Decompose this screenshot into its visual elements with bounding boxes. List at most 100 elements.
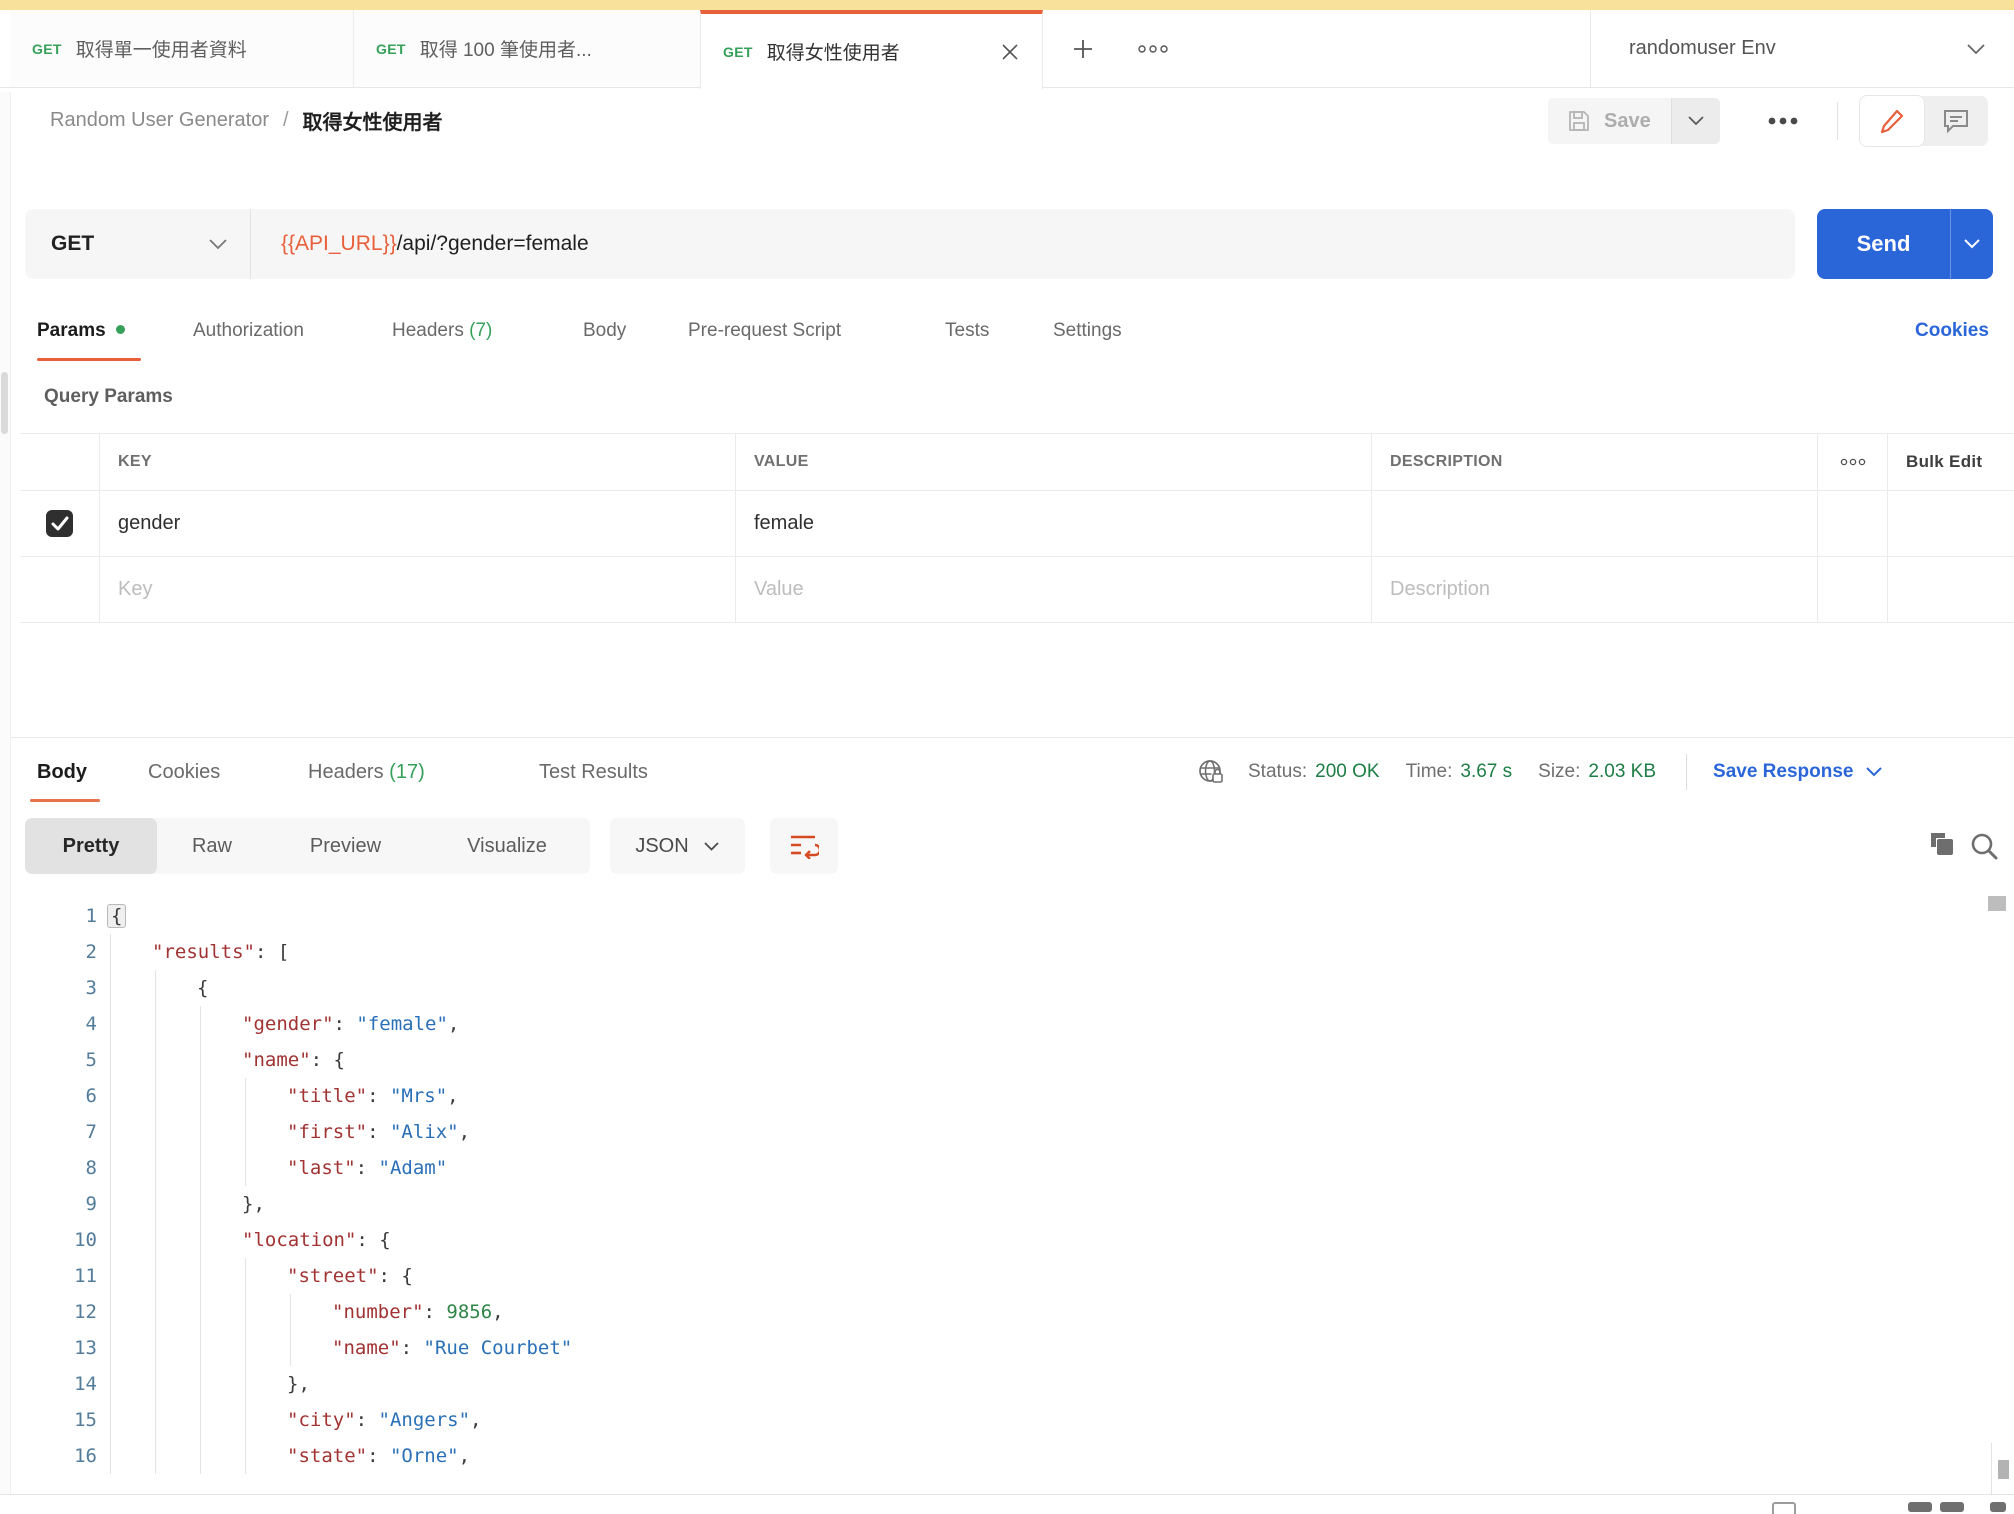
time-value: 3.67 s (1460, 761, 1513, 782)
tab-response-cookies[interactable]: Cookies (148, 741, 220, 803)
url-input[interactable]: {{API_URL}}/api/?gender=female (250, 209, 1795, 279)
environment-selector[interactable]: randomuser Env (1590, 10, 2014, 87)
table-header-row: KEY VALUE DESCRIPTION Bulk Edit (20, 434, 2014, 491)
row-checkbox-cell (20, 557, 100, 622)
request-tab-1[interactable]: GET 取得單一使用者資料 (10, 10, 354, 87)
line-number: 1 (85, 905, 97, 927)
tab-params[interactable]: Params (37, 303, 141, 361)
comments-pane-button[interactable] (1924, 96, 1988, 146)
search-response-button[interactable] (1968, 830, 2000, 862)
line-number: 5 (85, 1049, 97, 1071)
view-visualize-button[interactable]: Visualize (424, 818, 590, 874)
close-tab-icon[interactable] (1000, 42, 1020, 62)
save-response-button[interactable]: Save Response (1713, 761, 1853, 783)
footer-icon[interactable] (1908, 1502, 1932, 1512)
tab-test-results[interactable]: Test Results (539, 741, 648, 803)
response-meta: Status: 200 OK Time: 3.67 s Size: 2.03 K… (1196, 741, 1883, 803)
row-checkbox-cell (20, 491, 100, 556)
method-dropdown[interactable]: GET (25, 209, 250, 279)
code-line: 10 "location": { (0, 1222, 1980, 1258)
param-key-field[interactable]: gender (100, 491, 736, 556)
column-header-value: VALUE (736, 434, 1372, 490)
send-options-button[interactable] (1951, 209, 1993, 279)
param-checkbox-checked[interactable] (46, 510, 73, 537)
breadcrumb-request-name[interactable]: 取得女性使用者 (303, 106, 443, 135)
line-number: 11 (74, 1265, 97, 1287)
line-number: 2 (85, 941, 97, 963)
cookies-link[interactable]: Cookies (1915, 303, 1989, 359)
tab-body[interactable]: Body (583, 303, 626, 359)
code-text: "title": "Mrs", (107, 1078, 459, 1114)
comment-icon (1944, 110, 1968, 134)
line-number: 12 (74, 1301, 97, 1323)
divider (1837, 102, 1838, 140)
view-preview-button[interactable]: Preview (267, 818, 424, 874)
format-dropdown[interactable]: JSON (610, 818, 745, 874)
param-value-field[interactable]: Value (736, 557, 1372, 622)
tab-headers[interactable]: Headers (7) (392, 303, 492, 359)
request-tab-bar: GET 取得單一使用者資料 GET 取得 100 筆使用者... GET 取得女… (0, 10, 2014, 89)
view-pretty-button[interactable]: Pretty (25, 818, 157, 874)
method-value: GET (51, 232, 95, 255)
wrap-text-button[interactable] (770, 818, 838, 874)
edit-pane-button[interactable] (1860, 96, 1924, 146)
scrollbar-thumb[interactable] (1998, 1460, 2009, 1479)
search-icon (1971, 833, 1998, 860)
tab-settings[interactable]: Settings (1053, 303, 1122, 359)
chevron-down-icon (1866, 767, 1883, 777)
scrollbar-thumb[interactable] (1988, 896, 2006, 911)
line-number: 16 (74, 1445, 97, 1467)
tab-options-button[interactable] (1128, 10, 1178, 87)
tab-label: Headers (392, 320, 464, 341)
environment-banner (0, 0, 2014, 10)
code-text: "city": "Angers", (107, 1402, 482, 1438)
send-button[interactable]: Send (1817, 209, 1950, 279)
new-tab-button[interactable] (1058, 10, 1108, 87)
copy-icon (1931, 833, 1953, 855)
copy-response-button[interactable] (1926, 830, 1958, 862)
response-section-divider (0, 737, 2014, 738)
code-line: 11 "street": { (0, 1258, 1980, 1294)
column-options-button[interactable] (1818, 434, 1888, 490)
row-end-cell (1888, 491, 2014, 556)
tab-tests[interactable]: Tests (945, 303, 989, 359)
active-tab-underline (30, 799, 100, 802)
code-text: "first": "Alix", (107, 1114, 470, 1150)
param-key-field[interactable]: Key (100, 557, 736, 622)
save-button[interactable]: Save (1548, 98, 1671, 144)
request-tab-active[interactable]: GET 取得女性使用者 (700, 10, 1043, 89)
request-tab-2[interactable]: GET 取得 100 筆使用者... (354, 10, 700, 87)
query-params-table: KEY VALUE DESCRIPTION Bulk Edit gender f… (20, 433, 2014, 623)
tab-authorization[interactable]: Authorization (193, 303, 304, 359)
param-description-field[interactable] (1372, 491, 1818, 556)
chevron-down-icon (209, 238, 227, 249)
bulk-edit-button[interactable]: Bulk Edit (1888, 434, 2014, 490)
bulk-edit-label: Bulk Edit (1906, 452, 1983, 471)
line-number: 8 (85, 1157, 97, 1179)
param-value-field[interactable]: female (736, 491, 1372, 556)
tab-label: Params (37, 320, 106, 341)
footer-icon[interactable] (1940, 1502, 1964, 1512)
request-more-actions-button[interactable] (1755, 98, 1811, 144)
footer-icon[interactable] (1990, 1502, 2006, 1512)
code-line: 4 "gender": "female", (0, 1006, 1980, 1042)
network-globe-icon[interactable] (1196, 757, 1226, 787)
response-body-json[interactable]: 1{2 "results": [3{4 "gender": "female", 5 "n… (0, 898, 1980, 1474)
tab-response-headers[interactable]: Headers (17) (308, 741, 425, 803)
divider (1686, 754, 1688, 790)
method-badge: GET (32, 40, 62, 57)
tab-response-body[interactable]: Body (37, 741, 87, 803)
plus-icon (1074, 39, 1092, 58)
breadcrumb-collection[interactable]: Random User Generator (50, 109, 269, 132)
console-icon[interactable] (1772, 1502, 1796, 1514)
tab-prerequest-script[interactable]: Pre-request Script (688, 303, 841, 359)
view-raw-button[interactable]: Raw (157, 818, 267, 874)
save-options-button[interactable] (1670, 98, 1720, 144)
table-placeholder-row: Key Value Description (20, 557, 2014, 623)
line-number: 3 (85, 977, 97, 999)
code-line: 8 "last": "Adam" (0, 1150, 1980, 1186)
code-text: "gender": "female", (107, 1006, 459, 1042)
scrollbar-thumb[interactable] (1, 372, 8, 434)
method-badge: GET (723, 43, 753, 60)
param-description-field[interactable]: Description (1372, 557, 1818, 622)
